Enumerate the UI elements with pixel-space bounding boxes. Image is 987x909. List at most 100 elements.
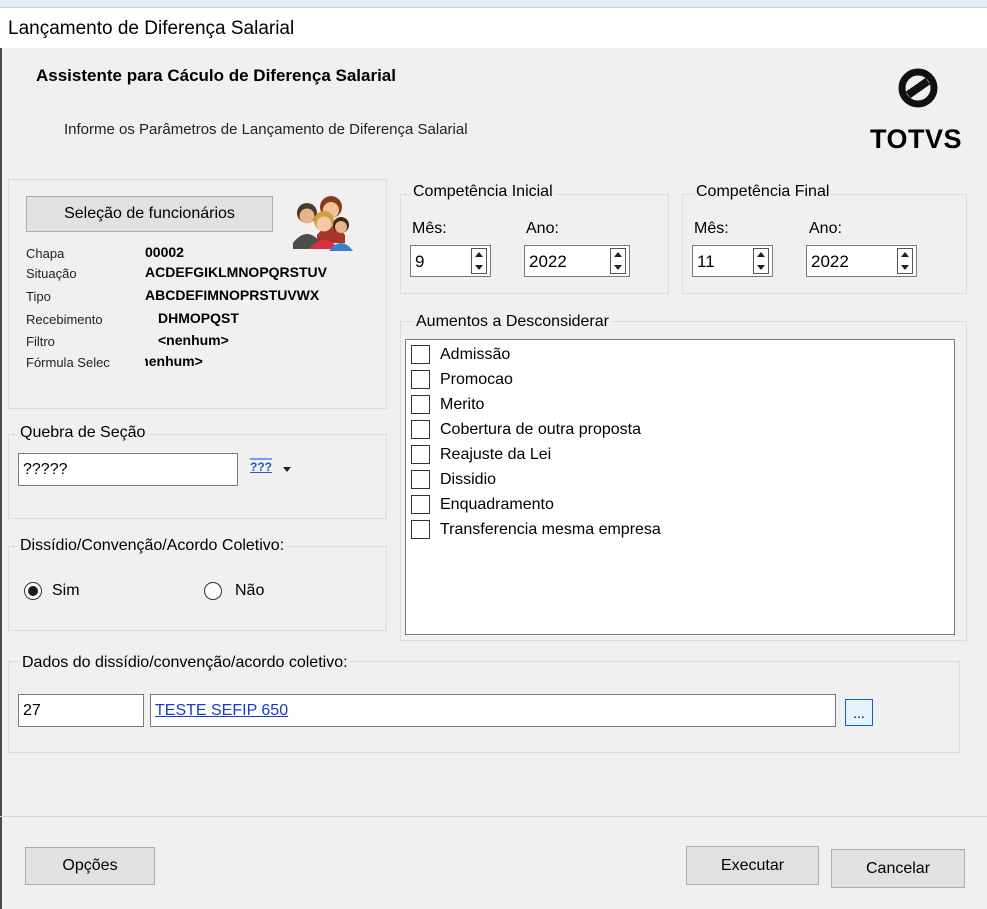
- merito-checkbox[interactable]: [411, 395, 430, 414]
- list-item[interactable]: Admissão: [406, 342, 954, 367]
- spin-down-icon: [757, 265, 765, 270]
- initial-year-value: 2022: [529, 252, 567, 271]
- list-item-label: Cobertura de outra proposta: [440, 420, 642, 438]
- exclusions-checklist[interactable]: Admissão Promocao Merito Cobertura de ou…: [405, 339, 955, 635]
- initial-year-label: Ano:: [526, 220, 559, 237]
- enquadramento-checkbox[interactable]: [411, 495, 430, 514]
- employee-select-button[interactable]: Seleção de funcionários: [26, 196, 273, 232]
- final-competence-group: [682, 194, 967, 294]
- list-item[interactable]: Enquadramento: [406, 492, 954, 517]
- exclusions-items: Admissão Promocao Merito Cobertura de ou…: [406, 342, 954, 542]
- list-item[interactable]: Transferencia mesma empresa: [406, 517, 954, 542]
- spin-up-button[interactable]: [754, 249, 768, 261]
- list-item[interactable]: Dissidio: [406, 467, 954, 492]
- spin-down-button[interactable]: [611, 261, 625, 273]
- options-button[interactable]: Opções: [25, 847, 155, 885]
- list-item[interactable]: Merito: [406, 392, 954, 417]
- spin-up-button[interactable]: [472, 249, 486, 261]
- window-title: Lançamento de Diferença Salarial: [8, 18, 295, 39]
- agreement-description-link[interactable]: TESTE SEFIP 650: [155, 702, 288, 719]
- collective-agreement-legend: Dissídio/Convenção/Acordo Coletivo:: [18, 537, 287, 555]
- spin-down-icon: [614, 265, 622, 270]
- final-competence-legend: Competência Final: [694, 183, 832, 201]
- wizard-title: Assistente para Cáculo de Diferença Sala…: [36, 66, 396, 85]
- recebimento-value: DHMOPQST: [158, 310, 239, 326]
- section-break-dropdown[interactable]: ???: [247, 458, 297, 482]
- final-month-label: Mês:: [694, 220, 729, 237]
- agreement-description-field[interactable]: TESTE SEFIP 650: [150, 694, 836, 727]
- list-item-label: Enquadramento: [440, 495, 554, 513]
- list-item-label: Reajuste da Lei: [440, 445, 552, 463]
- agreement-yes-radio[interactable]: [24, 582, 42, 600]
- window-left-border: [0, 48, 2, 909]
- list-item-label: Merito: [440, 395, 485, 413]
- initial-month-spinner[interactable]: 9: [410, 245, 491, 277]
- background-window-strip: [0, 0, 987, 8]
- list-item-label: Transferencia mesma empresa: [440, 520, 661, 538]
- transferencia-checkbox[interactable]: [411, 520, 430, 539]
- spin-up-icon: [901, 252, 909, 257]
- employee-info-values: 00002 ACDEFGIKLMNOPQRSTUV ABCDEFIMNOPRST…: [145, 243, 387, 373]
- spin-down-button[interactable]: [472, 261, 486, 273]
- initial-month-spin-buttons[interactable]: [471, 248, 487, 274]
- final-month-spinner[interactable]: 11: [692, 245, 773, 277]
- spin-down-button[interactable]: [754, 261, 768, 273]
- filtro-value: <nenhum>: [158, 332, 229, 348]
- initial-month-label: Mês:: [412, 220, 447, 237]
- initial-competence-group: [400, 194, 669, 294]
- list-item-label: Promocao: [440, 370, 513, 388]
- final-month-spin-buttons[interactable]: [753, 248, 769, 274]
- list-item-label: Dissidio: [440, 470, 497, 488]
- spin-up-icon: [475, 252, 483, 257]
- tipo-label: Tipo: [26, 289, 51, 304]
- chapa-value: 00002: [145, 244, 184, 260]
- initial-year-spin-buttons[interactable]: [610, 248, 626, 274]
- list-item[interactable]: Cobertura de outra proposta: [406, 417, 954, 442]
- formula-selec-label: Fórmula Selec: [26, 355, 110, 370]
- spin-down-icon: [475, 265, 483, 270]
- final-year-spin-buttons[interactable]: [897, 248, 913, 274]
- dissidio-checkbox[interactable]: [411, 470, 430, 489]
- agreement-code-input[interactable]: 27: [18, 694, 144, 727]
- lookup-button[interactable]: ...: [845, 699, 873, 726]
- promocao-checkbox[interactable]: [411, 370, 430, 389]
- section-break-input[interactable]: ?????: [18, 453, 238, 486]
- initial-month-value: 9: [415, 252, 425, 271]
- wizard-subtitle: Informe os Parâmetros de Lançamento de D…: [64, 121, 468, 138]
- users-icon: [293, 196, 353, 251]
- section-break-legend: Quebra de Seção: [18, 424, 148, 442]
- agreement-no-label[interactable]: Não: [235, 582, 264, 600]
- tipo-value: ABCDEFIMNOPRSTUVWX: [145, 287, 320, 303]
- final-year-label: Ano:: [809, 220, 842, 237]
- situacao-label: Situação: [26, 266, 77, 281]
- spin-up-button[interactable]: [611, 249, 625, 261]
- radio-selected-dot: [27, 585, 38, 596]
- chapa-label: Chapa: [26, 246, 65, 261]
- cancel-button[interactable]: Cancelar: [831, 849, 965, 888]
- footer-divider: [0, 816, 987, 817]
- execute-button[interactable]: Executar: [686, 846, 819, 885]
- spin-up-button[interactable]: [898, 249, 912, 261]
- chevron-down-icon: [283, 467, 291, 472]
- admissao-checkbox[interactable]: [411, 345, 430, 364]
- final-month-value: 11: [697, 252, 715, 271]
- reajuste-checkbox[interactable]: [411, 445, 430, 464]
- cobertura-checkbox[interactable]: [411, 420, 430, 439]
- spin-down-icon: [901, 265, 909, 270]
- spin-up-icon: [614, 252, 622, 257]
- agreement-no-radio[interactable]: [204, 582, 222, 600]
- initial-competence-legend: Competência Inicial: [411, 183, 555, 201]
- section-break-dropdown-label: ???: [250, 458, 272, 474]
- list-item-label: Admissão: [440, 345, 511, 363]
- spin-up-icon: [757, 252, 765, 257]
- list-item[interactable]: Promocao: [406, 367, 954, 392]
- list-item[interactable]: Reajuste da Lei: [406, 442, 954, 467]
- initial-year-spinner[interactable]: 2022: [524, 245, 630, 277]
- final-year-spinner[interactable]: 2022: [806, 245, 917, 277]
- situacao-value: ACDEFGIKLMNOPQRSTUV: [145, 264, 327, 280]
- agreement-yes-label[interactable]: Sim: [52, 582, 80, 600]
- formula-selec-value: <nenhum>: [145, 353, 203, 369]
- spin-down-button[interactable]: [898, 261, 912, 273]
- recebimento-label: Recebimento: [26, 312, 103, 327]
- agreement-data-legend: Dados do dissídio/convenção/acordo colet…: [20, 654, 350, 672]
